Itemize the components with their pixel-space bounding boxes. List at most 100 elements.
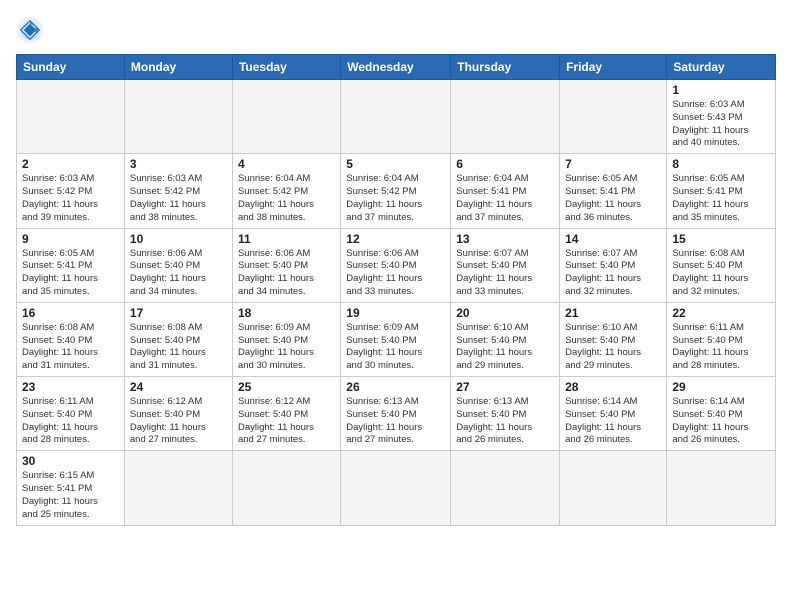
day-info: Sunrise: 6:12 AM Sunset: 5:40 PM Dayligh…: [130, 396, 227, 447]
day-info: Sunrise: 6:13 AM Sunset: 5:40 PM Dayligh…: [456, 396, 554, 447]
calendar-cell: 27 Sunrise: 6:13 AM Sunset: 5:40 PM Dayli…: [451, 377, 560, 451]
calendar-cell: 14 Sunrise: 6:07 AM Sunset: 5:40 PM Dayli…: [560, 228, 667, 302]
calendar-week-3: 9 Sunrise: 6:05 AM Sunset: 5:41 PM Daylig…: [17, 228, 776, 302]
calendar-cell: [232, 80, 340, 154]
calendar-week-1: 1 Sunrise: 6:03 AM Sunset: 5:43 PM Daylig…: [17, 80, 776, 154]
day-info: Sunrise: 6:07 AM Sunset: 5:40 PM Dayligh…: [565, 248, 661, 299]
calendar-cell: [341, 80, 451, 154]
day-number: 1: [672, 83, 770, 97]
day-info: Sunrise: 6:04 AM Sunset: 5:42 PM Dayligh…: [238, 173, 335, 224]
day-info: Sunrise: 6:08 AM Sunset: 5:40 PM Dayligh…: [672, 248, 770, 299]
calendar-cell: [560, 451, 667, 525]
day-number: 7: [565, 157, 661, 171]
day-number: 25: [238, 380, 335, 394]
calendar-cell: 9 Sunrise: 6:05 AM Sunset: 5:41 PM Daylig…: [17, 228, 125, 302]
day-info: Sunrise: 6:09 AM Sunset: 5:40 PM Dayligh…: [238, 322, 335, 373]
day-info: Sunrise: 6:10 AM Sunset: 5:40 PM Dayligh…: [456, 322, 554, 373]
day-info: Sunrise: 6:03 AM Sunset: 5:43 PM Dayligh…: [672, 99, 770, 150]
logo-area: [16, 16, 52, 44]
calendar-cell: 7 Sunrise: 6:05 AM Sunset: 5:41 PM Daylig…: [560, 154, 667, 228]
page: SundayMondayTuesdayWednesdayThursdayFrid…: [0, 0, 792, 612]
weekday-header-sunday: Sunday: [17, 55, 125, 80]
day-info: Sunrise: 6:06 AM Sunset: 5:40 PM Dayligh…: [130, 248, 227, 299]
day-number: 2: [22, 157, 119, 171]
calendar-cell: 6Sunrise: 6:04 AM Sunset: 5:41 PM Daylig…: [451, 154, 560, 228]
calendar-cell: [124, 451, 232, 525]
day-info: Sunrise: 6:08 AM Sunset: 5:40 PM Dayligh…: [22, 322, 119, 373]
calendar-table: SundayMondayTuesdayWednesdayThursdayFrid…: [16, 54, 776, 526]
day-number: 11: [238, 232, 335, 246]
day-number: 4: [238, 157, 335, 171]
day-number: 14: [565, 232, 661, 246]
weekday-header-thursday: Thursday: [451, 55, 560, 80]
day-info: Sunrise: 6:11 AM Sunset: 5:40 PM Dayligh…: [22, 396, 119, 447]
day-number: 21: [565, 306, 661, 320]
day-number: 27: [456, 380, 554, 394]
calendar-week-4: 16 Sunrise: 6:08 AM Sunset: 5:40 PM Dayli…: [17, 302, 776, 376]
day-info: Sunrise: 6:06 AM Sunset: 5:40 PM Dayligh…: [238, 248, 335, 299]
calendar-cell: 26 Sunrise: 6:13 AM Sunset: 5:40 PM Dayli…: [341, 377, 451, 451]
day-info: Sunrise: 6:12 AM Sunset: 5:40 PM Dayligh…: [238, 396, 335, 447]
calendar-cell: [667, 451, 776, 525]
day-info: Sunrise: 6:05 AM Sunset: 5:41 PM Dayligh…: [22, 248, 119, 299]
calendar-cell: 15Sunrise: 6:08 AM Sunset: 5:40 PM Dayli…: [667, 228, 776, 302]
weekday-header-monday: Monday: [124, 55, 232, 80]
calendar-week-6: 30Sunrise: 6:15 AM Sunset: 5:41 PM Dayli…: [17, 451, 776, 525]
calendar-cell: 20 Sunrise: 6:10 AM Sunset: 5:40 PM Dayli…: [451, 302, 560, 376]
day-info: Sunrise: 6:15 AM Sunset: 5:41 PM Dayligh…: [22, 470, 119, 521]
day-info: Sunrise: 6:05 AM Sunset: 5:41 PM Dayligh…: [672, 173, 770, 224]
day-number: 26: [346, 380, 445, 394]
calendar-week-5: 23Sunrise: 6:11 AM Sunset: 5:40 PM Dayli…: [17, 377, 776, 451]
day-number: 18: [238, 306, 335, 320]
calendar-cell: 16 Sunrise: 6:08 AM Sunset: 5:40 PM Dayli…: [17, 302, 125, 376]
day-number: 17: [130, 306, 227, 320]
calendar-cell: 4 Sunrise: 6:04 AM Sunset: 5:42 PM Daylig…: [232, 154, 340, 228]
day-number: 5: [346, 157, 445, 171]
logo: [16, 16, 52, 44]
calendar-week-2: 2Sunrise: 6:03 AM Sunset: 5:42 PM Daylig…: [17, 154, 776, 228]
day-info: Sunrise: 6:06 AM Sunset: 5:40 PM Dayligh…: [346, 248, 445, 299]
day-number: 3: [130, 157, 227, 171]
day-info: Sunrise: 6:05 AM Sunset: 5:41 PM Dayligh…: [565, 173, 661, 224]
day-number: 29: [672, 380, 770, 394]
day-number: 22: [672, 306, 770, 320]
day-info: Sunrise: 6:13 AM Sunset: 5:40 PM Dayligh…: [346, 396, 445, 447]
day-info: Sunrise: 6:08 AM Sunset: 5:40 PM Dayligh…: [130, 322, 227, 373]
weekday-header-row: SundayMondayTuesdayWednesdayThursdayFrid…: [17, 55, 776, 80]
day-number: 9: [22, 232, 119, 246]
calendar-cell: [451, 451, 560, 525]
calendar-cell: 25 Sunrise: 6:12 AM Sunset: 5:40 PM Dayli…: [232, 377, 340, 451]
calendar-cell: 10 Sunrise: 6:06 AM Sunset: 5:40 PM Dayli…: [124, 228, 232, 302]
day-number: 8: [672, 157, 770, 171]
calendar-cell: [124, 80, 232, 154]
day-number: 16: [22, 306, 119, 320]
day-number: 13: [456, 232, 554, 246]
day-number: 24: [130, 380, 227, 394]
calendar-cell: 13 Sunrise: 6:07 AM Sunset: 5:40 PM Dayli…: [451, 228, 560, 302]
day-number: 19: [346, 306, 445, 320]
logo-icon: [16, 16, 44, 44]
day-info: Sunrise: 6:09 AM Sunset: 5:40 PM Dayligh…: [346, 322, 445, 373]
day-number: 20: [456, 306, 554, 320]
calendar-cell: [232, 451, 340, 525]
calendar-cell: 5 Sunrise: 6:04 AM Sunset: 5:42 PM Daylig…: [341, 154, 451, 228]
day-number: 12: [346, 232, 445, 246]
header: [16, 16, 776, 44]
calendar-cell: 2Sunrise: 6:03 AM Sunset: 5:42 PM Daylig…: [17, 154, 125, 228]
calendar-cell: 1 Sunrise: 6:03 AM Sunset: 5:43 PM Daylig…: [667, 80, 776, 154]
day-info: Sunrise: 6:11 AM Sunset: 5:40 PM Dayligh…: [672, 322, 770, 373]
weekday-header-wednesday: Wednesday: [341, 55, 451, 80]
calendar-cell: 17 Sunrise: 6:08 AM Sunset: 5:40 PM Dayli…: [124, 302, 232, 376]
calendar-cell: 19 Sunrise: 6:09 AM Sunset: 5:40 PM Dayli…: [341, 302, 451, 376]
calendar-cell: 30Sunrise: 6:15 AM Sunset: 5:41 PM Dayli…: [17, 451, 125, 525]
day-info: Sunrise: 6:07 AM Sunset: 5:40 PM Dayligh…: [456, 248, 554, 299]
day-info: Sunrise: 6:04 AM Sunset: 5:42 PM Dayligh…: [346, 173, 445, 224]
day-number: 6: [456, 157, 554, 171]
calendar-cell: 24 Sunrise: 6:12 AM Sunset: 5:40 PM Dayli…: [124, 377, 232, 451]
calendar-cell: 23Sunrise: 6:11 AM Sunset: 5:40 PM Dayli…: [17, 377, 125, 451]
weekday-header-tuesday: Tuesday: [232, 55, 340, 80]
day-info: Sunrise: 6:10 AM Sunset: 5:40 PM Dayligh…: [565, 322, 661, 373]
day-number: 10: [130, 232, 227, 246]
calendar-cell: 8 Sunrise: 6:05 AM Sunset: 5:41 PM Daylig…: [667, 154, 776, 228]
day-info: Sunrise: 6:14 AM Sunset: 5:40 PM Dayligh…: [672, 396, 770, 447]
